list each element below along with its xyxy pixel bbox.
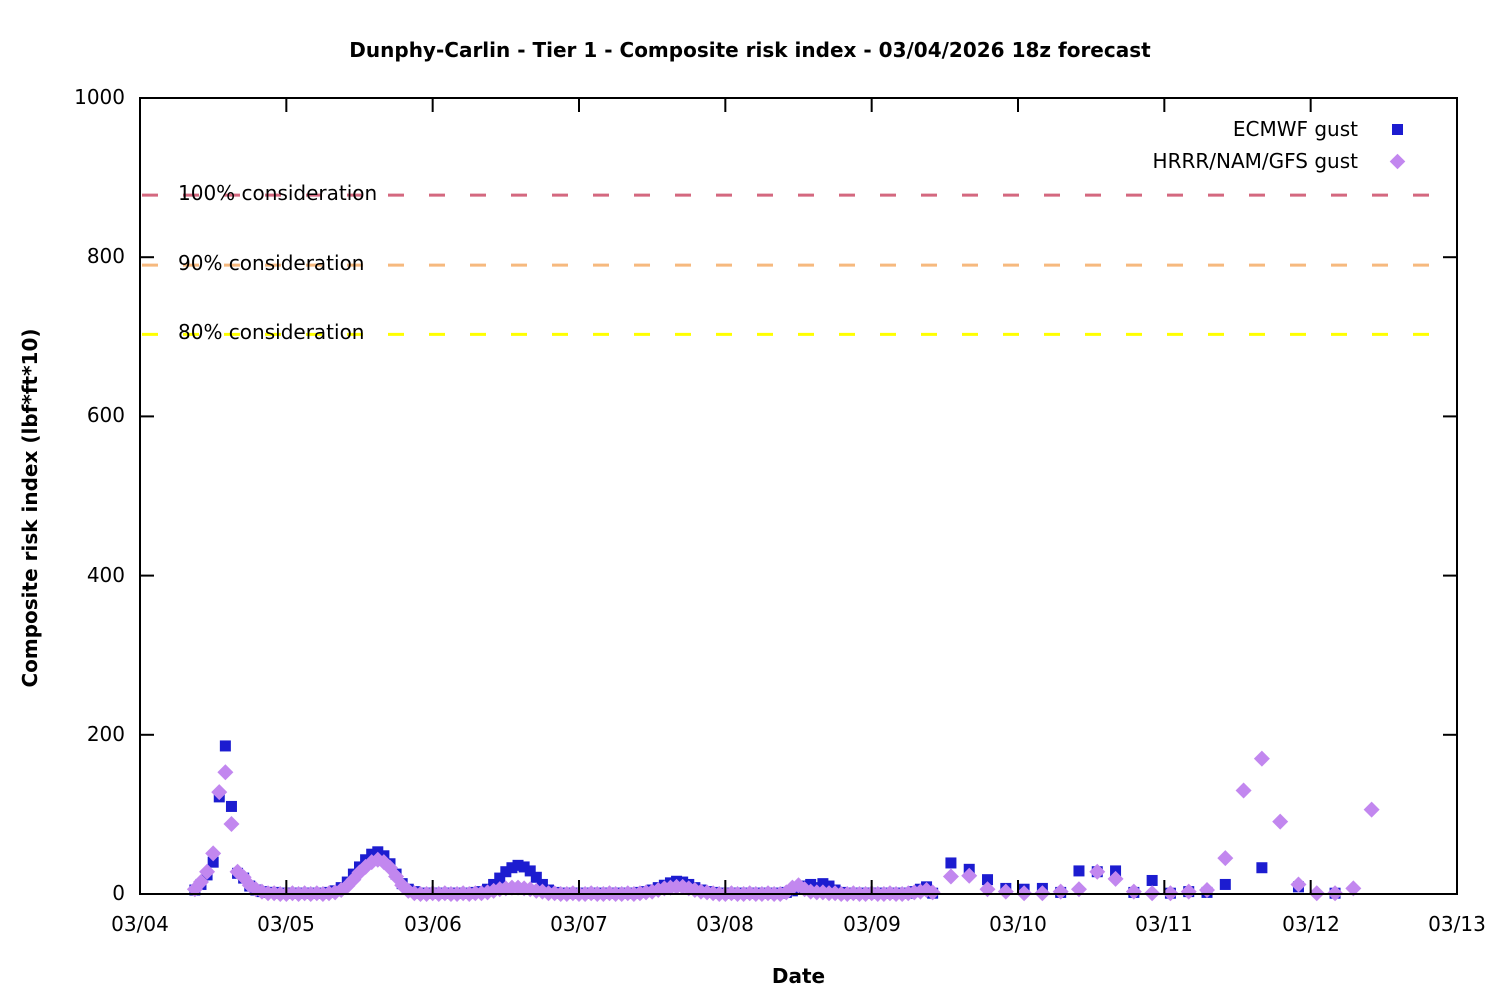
x-axis-title: Date xyxy=(771,964,826,988)
y-tick-label: 200 xyxy=(86,722,125,746)
x-tick-label: 03/11 xyxy=(1135,912,1193,936)
legend-entry-ecmwf: ECMWF gust xyxy=(1233,114,1403,144)
y-tick-label: 1000 xyxy=(74,85,125,109)
chart-page: { "chart_data": { "type": "scatter", "ti… xyxy=(0,0,1500,1000)
x-tick-label: 03/04 xyxy=(111,912,169,936)
y-tick-label: 400 xyxy=(86,563,125,587)
legend-label-hrrr: HRRR/NAM/GFS gust xyxy=(1152,149,1358,173)
threshold-label-90: 90% consideration xyxy=(178,251,365,276)
legend-label-ecmwf: ECMWF gust xyxy=(1232,117,1358,141)
legend-entry-hrrr: HRRR/NAM/GFS gust xyxy=(1152,146,1406,176)
y-axis-title: Composite risk index (lbf*ft*10) xyxy=(18,328,42,688)
x-tick-label: 03/12 xyxy=(1282,912,1340,936)
x-tick-label: 03/13 xyxy=(1428,912,1486,936)
x-tick-label: 03/07 xyxy=(550,912,608,936)
x-tick-label: 03/09 xyxy=(843,912,901,936)
threshold-label-80: 80% consideration xyxy=(178,320,365,345)
y-tick-label: 600 xyxy=(86,403,125,427)
purple-diamond-marker-icon xyxy=(1389,153,1406,169)
x-tick-label: 03/05 xyxy=(257,912,315,936)
blue-square-marker-icon xyxy=(1392,123,1403,135)
y-tick-label: 800 xyxy=(86,244,125,268)
x-tick-label: 03/06 xyxy=(404,912,462,936)
threshold-label-100: 100% consideration xyxy=(178,181,378,206)
y-tick-label: 0 xyxy=(112,881,125,905)
x-tick-label: 03/08 xyxy=(696,912,754,936)
x-tick-label: 03/10 xyxy=(989,912,1047,936)
